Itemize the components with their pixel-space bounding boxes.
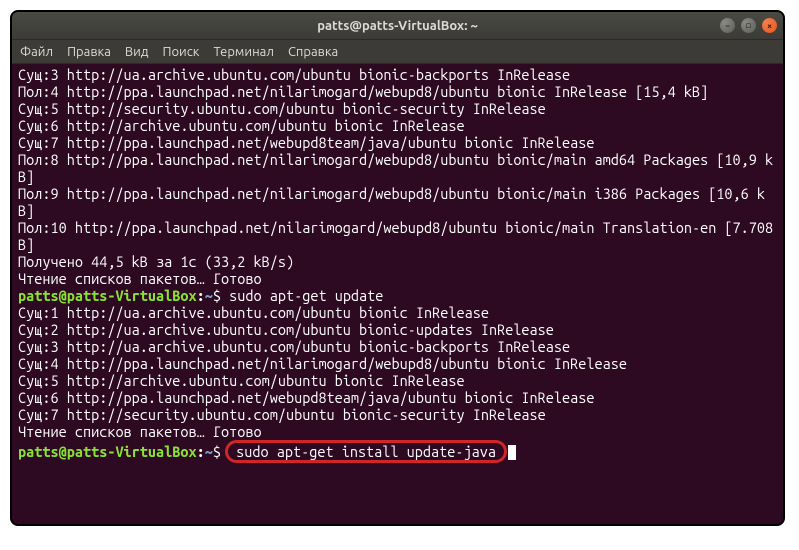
cursor-icon <box>508 445 516 460</box>
command-text: sudo apt-get install update-java <box>236 443 496 460</box>
output-line: Сущ:6 http://ppa.launchpad.net/webupd8te… <box>18 389 595 406</box>
output-line: Сущ:6 http://archive.ubuntu.com/ubuntu b… <box>18 117 465 134</box>
prompt-path: ~ <box>205 287 213 304</box>
output-line: Сущ:3 http://ua.archive.ubuntu.com/ubunt… <box>18 66 570 83</box>
menubar: Файл Правка Вид Поиск Терминал Справка <box>12 40 783 64</box>
menu-help[interactable]: Справка <box>288 45 338 59</box>
menu-search[interactable]: Поиск <box>162 45 199 59</box>
menu-edit[interactable]: Правка <box>67 45 111 59</box>
menu-file[interactable]: Файл <box>20 45 53 59</box>
output-line: Пол:4 http://ppa.launchpad.net/nilarimog… <box>18 83 708 100</box>
prompt-dollar: $ <box>213 443 221 460</box>
output-line: Пол:10 http://ppa.launchpad.net/nilarimo… <box>18 219 781 253</box>
output-line: Чтение списков пакетов… Готово <box>18 270 262 287</box>
prompt-path: ~ <box>205 443 213 460</box>
output-line: Получено 44,5 kB за 1с (33,2 kB/s) <box>18 253 294 270</box>
prompt-colon: : <box>197 287 205 304</box>
output-line: Сущ:2 http://ua.archive.ubuntu.com/ubunt… <box>18 321 554 338</box>
prompt-colon: : <box>197 443 205 460</box>
output-line: Пол:9 http://ppa.launchpad.net/nilarimog… <box>18 185 765 219</box>
maximize-button[interactable]: ◻ <box>741 18 756 33</box>
highlighted-command: sudo apt-get install update-java <box>225 440 507 463</box>
output-line: Чтение списков пакетов… Готово <box>18 423 262 440</box>
terminal-body[interactable]: Сущ:3 http://ua.archive.ubuntu.com/ubunt… <box>12 64 783 524</box>
output-line: Пол:8 http://ppa.launchpad.net/nilarimog… <box>18 151 773 185</box>
minimize-button[interactable]: – <box>720 18 735 33</box>
output-line: Сущ:7 http://ppa.launchpad.net/webupd8te… <box>18 134 595 151</box>
output-line: Сущ:1 http://ua.archive.ubuntu.com/ubunt… <box>18 304 489 321</box>
prompt-dollar: $ <box>213 287 221 304</box>
close-button[interactable]: × <box>762 18 777 33</box>
titlebar: patts@patts-VirtualBox: ~ – ◻ × <box>12 12 783 40</box>
output-line: Сущ:3 http://ua.archive.ubuntu.com/ubunt… <box>18 338 570 355</box>
output-line: Сущ:4 http://ppa.launchpad.net/nilarimog… <box>18 355 627 372</box>
window-controls: – ◻ × <box>720 18 777 33</box>
command-text: sudo apt-get update <box>221 287 383 304</box>
output-line: Сущ:7 http://security.ubuntu.com/ubuntu … <box>18 406 546 423</box>
prompt-user-host: patts@patts-VirtualBox <box>18 443 197 460</box>
output-line: Сущ:5 http://archive.ubuntu.com/ubuntu b… <box>18 372 465 389</box>
prompt-user-host: patts@patts-VirtualBox <box>18 287 197 304</box>
menu-terminal[interactable]: Терминал <box>213 45 273 59</box>
output-line: Сущ:5 http://security.ubuntu.com/ubuntu … <box>18 100 546 117</box>
menu-view[interactable]: Вид <box>125 45 149 59</box>
window-title: patts@patts-VirtualBox: ~ <box>317 19 478 33</box>
terminal-window: patts@patts-VirtualBox: ~ – ◻ × Файл Пра… <box>10 10 785 526</box>
